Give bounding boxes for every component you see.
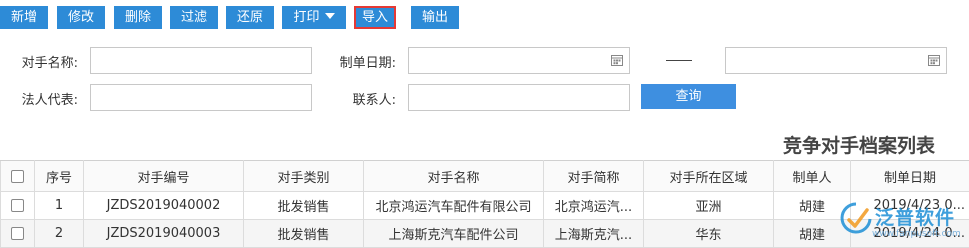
legal-rep-label: 法人代表: — [21, 93, 78, 108]
contact-input[interactable] — [408, 84, 630, 111]
col-category[interactable]: 对手类别 — [243, 160, 364, 192]
fanpu-logo-icon — [840, 202, 872, 234]
cell-region: 华东 — [643, 219, 774, 248]
export-button[interactable]: 输出 — [411, 6, 459, 29]
row-checkbox[interactable] — [0, 219, 35, 248]
cell-seq: 2 — [34, 219, 84, 248]
date-separator — [666, 60, 692, 61]
table-row[interactable]: 1 JZDS2019040002 批发销售 北京鸿运汽车配件有限公司 北京鸿运汽… — [0, 191, 969, 220]
query-button[interactable]: 查询 — [641, 84, 736, 109]
create-date-label: 制单日期: — [339, 56, 396, 71]
cell-short-name: 北京鸿运汽... — [543, 191, 644, 220]
calendar-icon[interactable] — [611, 54, 623, 66]
edit-button[interactable]: 修改 — [57, 6, 105, 29]
legal-rep-input[interactable] — [90, 84, 312, 111]
delete-button[interactable]: 删除 — [114, 6, 162, 29]
cell-name-link[interactable]: 上海斯克汽车配件公司 — [363, 219, 544, 248]
col-date[interactable]: 制单日期 — [850, 160, 969, 192]
col-region[interactable]: 对手所在区域 — [643, 160, 774, 192]
watermark-brand: 泛普软件 — [875, 207, 956, 229]
rival-name-label: 对手名称: — [21, 56, 78, 71]
filter-button[interactable]: 过滤 — [170, 6, 218, 29]
restore-button[interactable]: 还原 — [226, 6, 274, 29]
watermark: 泛普软件 www.fanpusoft.com — [840, 198, 966, 246]
import-button[interactable]: 导入 — [354, 6, 396, 29]
add-button[interactable]: 新增 — [0, 6, 48, 29]
col-seq[interactable]: 序号 — [34, 160, 84, 192]
cell-code-link[interactable]: JZDS2019040002 — [83, 191, 244, 220]
col-name[interactable]: 对手名称 — [363, 160, 544, 192]
col-creator[interactable]: 制单人 — [773, 160, 851, 192]
col-short-name[interactable]: 对手简称 — [543, 160, 644, 192]
cell-region: 亚洲 — [643, 191, 774, 220]
cell-seq: 1 — [34, 191, 84, 220]
date-to-input[interactable] — [725, 47, 947, 74]
contact-label: 联系人: — [352, 93, 396, 108]
cell-category: 批发销售 — [243, 219, 364, 248]
table-row[interactable]: 2 JZDS2019040003 批发销售 上海斯克汽车配件公司 上海斯克汽..… — [0, 219, 969, 248]
page-title: 竞争对手档案列表 — [782, 135, 935, 157]
table-header-row: 序号 对手编号 对手类别 对手名称 对手简称 对手所在区域 制单人 制单日期 — [0, 160, 969, 192]
col-code[interactable]: 对手编号 — [83, 160, 244, 192]
toolbar: 新增 修改 删除 过滤 还原 打印 导入 输出 — [0, 0, 969, 37]
calendar-icon[interactable] — [928, 54, 940, 66]
cell-creator-link[interactable]: 胡建 — [773, 219, 851, 248]
select-all-checkbox[interactable] — [0, 160, 35, 192]
print-label: 打印 — [293, 10, 320, 25]
chevron-down-icon — [324, 13, 335, 19]
cell-creator-link[interactable]: 胡建 — [773, 191, 851, 220]
cell-short-name: 上海斯克汽... — [543, 219, 644, 248]
date-from-input[interactable] — [408, 47, 630, 74]
cell-category: 批发销售 — [243, 191, 364, 220]
row-checkbox[interactable] — [0, 191, 35, 220]
watermark-url: www.fanpusoft.com — [872, 229, 961, 239]
print-button[interactable]: 打印 — [282, 6, 346, 29]
cell-code-link[interactable]: JZDS2019040003 — [83, 219, 244, 248]
rival-table: 序号 对手编号 对手类别 对手名称 对手简称 对手所在区域 制单人 制单日期 1… — [0, 160, 969, 248]
cell-name-link[interactable]: 北京鸿运汽车配件有限公司 — [363, 191, 544, 220]
rival-name-input[interactable] — [90, 47, 312, 74]
